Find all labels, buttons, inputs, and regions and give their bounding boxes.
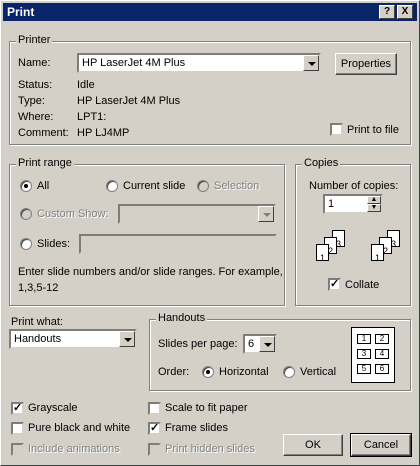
all-radio[interactable]	[20, 180, 32, 192]
selection-label: Selection	[214, 180, 260, 192]
order-label: Order:	[158, 366, 190, 378]
pure-bw-checkbox[interactable]	[11, 422, 24, 435]
spin-up-icon[interactable]: ▲	[367, 196, 381, 204]
selection-radio	[197, 180, 209, 192]
properties-button[interactable]: Properties	[335, 53, 397, 75]
print-hidden-checkbox	[148, 443, 161, 456]
spin-down-icon[interactable]: ▼	[367, 204, 381, 212]
slides-per-page-value: 6	[248, 338, 255, 350]
status-value: Idle	[77, 79, 95, 91]
vertical-radio[interactable]	[283, 366, 295, 378]
slides-per-page-select[interactable]: 6	[243, 334, 277, 354]
copies-value: 1	[328, 198, 335, 210]
pure-bw-label[interactable]: Pure black and white	[28, 422, 130, 434]
current-slide-label[interactable]: Current slide	[123, 180, 185, 192]
preview-cell: 3	[357, 349, 371, 359]
type-value: HP LaserJet 4M Plus	[77, 95, 181, 107]
grayscale-label[interactable]: Grayscale	[28, 402, 78, 414]
number-of-copies-label: Number of copies:	[309, 180, 399, 192]
print-what-select[interactable]: Handouts	[9, 329, 137, 349]
print-range-legend: Print range	[16, 157, 74, 169]
preview-cell: 1	[357, 334, 371, 344]
preview-cell: 4	[375, 349, 389, 359]
scale-to-fit-checkbox[interactable]	[148, 402, 161, 415]
chevron-down-icon[interactable]	[303, 55, 319, 71]
range-hint: Enter slide numbers and/or slide ranges.…	[18, 266, 283, 278]
horizontal-label[interactable]: Horizontal	[219, 366, 269, 378]
page-icon: 1	[316, 244, 329, 263]
chevron-down-icon[interactable]	[119, 331, 135, 347]
type-label: Type:	[18, 95, 45, 107]
cancel-button[interactable]: Cancel	[350, 433, 412, 457]
print-to-file-checkbox[interactable]	[330, 123, 343, 136]
window-title: Print	[7, 5, 35, 19]
close-button[interactable]: X	[397, 5, 413, 19]
slides-radio[interactable]	[20, 238, 32, 250]
status-label: Status:	[18, 79, 53, 91]
help-button[interactable]: ?	[379, 5, 395, 19]
vertical-label[interactable]: Vertical	[300, 366, 336, 378]
all-label[interactable]: All	[37, 180, 49, 192]
print-dialog: Print ? X Printer Name: HP LaserJet 4M P…	[0, 0, 420, 466]
handout-preview: 1 2 3 4 5 6	[351, 327, 395, 383]
include-animations-label: Include animations	[28, 443, 120, 455]
frame-slides-checkbox[interactable]: ✓	[148, 422, 161, 435]
printer-name-label: Name:	[18, 57, 51, 69]
slides-per-page-label: Slides per page:	[158, 338, 238, 350]
where-value: LPT1:	[77, 111, 107, 123]
frame-slides-label[interactable]: Frame slides	[165, 422, 228, 434]
preview-cell: 6	[375, 364, 389, 374]
printer-name-select[interactable]: HP LaserJet 4M Plus	[77, 53, 321, 73]
comment-value: HP LJ4MP	[77, 127, 130, 139]
handouts-legend: Handouts	[156, 312, 208, 324]
properties-button-label: Properties	[340, 58, 392, 70]
scale-to-fit-label[interactable]: Scale to fit paper	[165, 402, 248, 414]
comment-label: Comment:	[18, 127, 69, 139]
preview-cell: 5	[357, 364, 371, 374]
include-animations-checkbox	[11, 443, 24, 456]
preview-cell: 2	[375, 334, 389, 344]
print-to-file-label[interactable]: Print to file	[347, 124, 399, 136]
chevron-down-icon[interactable]	[259, 336, 275, 352]
page-icon: 1	[371, 244, 384, 263]
ok-button-label: OK	[305, 439, 321, 451]
custom-show-label: Custom Show:	[37, 208, 109, 220]
where-label: Where:	[18, 111, 54, 123]
chevron-down-icon	[258, 206, 274, 222]
print-what-value: Handouts	[14, 333, 62, 345]
custom-show-select	[118, 204, 276, 224]
current-slide-radio[interactable]	[106, 180, 118, 192]
collate-label[interactable]: Collate	[345, 279, 379, 291]
printer-name-value: HP LaserJet 4M Plus	[82, 57, 186, 69]
slides-label[interactable]: Slides:	[37, 238, 70, 250]
collate-checkbox[interactable]: ✓	[328, 278, 341, 291]
cancel-button-label: Cancel	[363, 439, 399, 451]
copies-spinner[interactable]: 1 ▲ ▼	[323, 194, 383, 214]
print-what-label: Print what:	[11, 316, 63, 328]
printer-legend: Printer	[16, 34, 53, 46]
slides-input[interactable]	[79, 234, 277, 254]
title-bar[interactable]: Print ? X	[3, 3, 417, 21]
horizontal-radio[interactable]	[202, 366, 214, 378]
print-hidden-label: Print hidden slides	[165, 443, 255, 455]
custom-show-radio	[20, 208, 32, 220]
grayscale-checkbox[interactable]: ✓	[11, 402, 24, 415]
copies-legend: Copies	[302, 157, 341, 169]
range-hint-example: 1,3,5-12	[18, 282, 59, 294]
ok-button[interactable]: OK	[283, 434, 343, 456]
